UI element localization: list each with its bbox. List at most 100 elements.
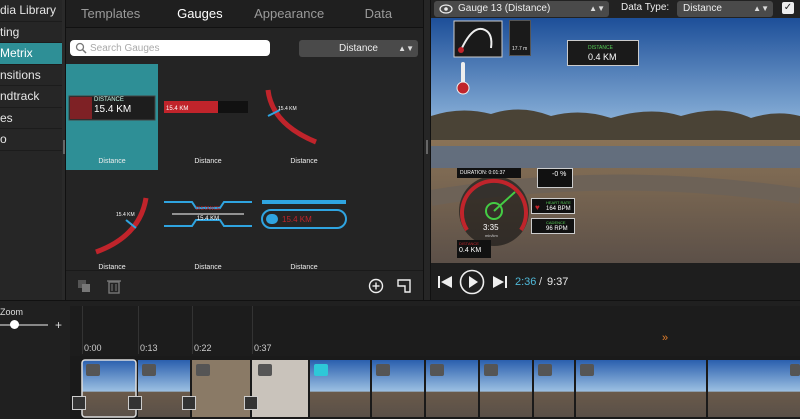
gauge-clip-icon[interactable]	[142, 364, 156, 376]
zoom-label: Zoom	[0, 307, 24, 317]
speedometer	[459, 176, 529, 246]
skip-forward-icon[interactable]	[492, 275, 508, 289]
gauge-clip-icon[interactable]	[538, 364, 552, 376]
gauge-item[interactable]: 15.4 KM Distance	[258, 170, 350, 276]
sidebar-item-metrix[interactable]: Metrix	[0, 43, 62, 65]
updown-chevron-icon: ▲▼	[398, 44, 414, 53]
gauge-item[interactable]: 15.4 KM Distance	[66, 170, 158, 276]
add-gauge-icon[interactable]	[368, 278, 384, 294]
play-icon[interactable]	[459, 269, 485, 295]
duplicate-icon[interactable]	[76, 278, 92, 294]
tab-data[interactable]: Data	[334, 0, 423, 27]
gauge-value: 15.4 KM	[278, 106, 297, 112]
gauge-clip-icon-active[interactable]	[314, 364, 328, 376]
search-input[interactable]	[90, 41, 265, 55]
transition-icon[interactable]	[128, 396, 142, 410]
cadence-overlay: CADENCE 96 RPM	[531, 218, 575, 234]
distance-overlay-2: DISTANCE 0.4 KM	[457, 240, 491, 258]
transition-icon[interactable]	[244, 396, 258, 410]
export-gauge-icon[interactable]	[396, 278, 412, 294]
timeline: Zoom + 0:00 0:13 0:22 0:37 »	[0, 306, 800, 419]
gauge-select-value: Gauge 13 (Distance)	[458, 3, 551, 14]
sidebar-item-titles[interactable]: es	[0, 108, 62, 129]
gauge-clip-icon[interactable]	[376, 364, 390, 376]
gauge-clip-icon[interactable]	[258, 364, 272, 376]
trash-icon[interactable]	[106, 278, 122, 294]
ruler-label: 0:37	[254, 343, 272, 353]
left-sidebar: dia Library ting Metrix nsitions ndtrack…	[0, 0, 62, 300]
gauge-item[interactable]: 15.4 KM Distance	[258, 64, 350, 170]
tab-templates[interactable]: Templates	[66, 0, 155, 27]
updown-chevron-icon: ▲▼	[589, 4, 605, 13]
tab-appearance[interactable]: Appearance	[245, 0, 334, 27]
ruler-tick	[82, 306, 83, 354]
skip-back-icon[interactable]	[437, 275, 453, 289]
gauge-item[interactable]: DISTANCE 15.4 KM Distance	[162, 170, 254, 276]
grip-mark	[426, 140, 428, 154]
gauge-preview-bar	[164, 101, 248, 113]
thermometer-icon	[456, 62, 470, 95]
distance-overlay-value: 0.4 KM	[588, 52, 617, 62]
timeline-ruler[interactable]: 0:00 0:13 0:22 0:37 »	[70, 306, 800, 356]
tab-gauges[interactable]: Gauges	[155, 0, 244, 27]
gauge-preview-arc	[265, 89, 317, 145]
transition-icon[interactable]	[72, 396, 86, 410]
ruler-tick	[252, 306, 253, 354]
sidebar-item-info[interactable]: o	[0, 129, 62, 151]
clip-track	[70, 358, 800, 419]
search-icon	[75, 42, 87, 54]
cadence-label: CADENCE	[546, 220, 566, 225]
gauge-select[interactable]: Gauge 13 (Distance) ▲▼	[434, 1, 609, 17]
gauge-filter-select[interactable]: Distance ▲▼	[299, 40, 418, 57]
panel-tabs: Templates Gauges Appearance Data	[66, 0, 423, 28]
gauge-clip-icon[interactable]	[196, 364, 210, 376]
sidebar-item-media-library[interactable]: dia Library	[0, 0, 62, 22]
speed-unit: min/km	[485, 233, 498, 238]
gauge-clip-icon[interactable]	[484, 364, 498, 376]
zoom-control: Zoom +	[0, 306, 70, 419]
gauge-value: 15.4 KM	[166, 106, 189, 112]
grip-mark	[63, 140, 65, 154]
sidebar-item-soundtrack[interactable]: ndtrack	[0, 86, 62, 108]
gauge-grid: DISTANCE 15.4 KM Distance 15.4 KM Distan…	[66, 64, 423, 271]
heart-rate-label: HEART RATE	[546, 200, 571, 205]
gauge-value: 15.4 KM	[196, 216, 220, 222]
search-row: Distance ▲▼	[66, 34, 423, 62]
updown-chevron-icon: ▲▼	[753, 4, 769, 13]
distance-overlay[interactable]: DISTANCE 0.4 KM	[567, 40, 639, 66]
gauge-value: 15.4 KM	[282, 215, 312, 224]
zoom-slider-track[interactable]	[0, 324, 48, 326]
heart-rate-value: 164 BPM	[546, 206, 571, 212]
distance-overlay-2-value: 0.4 KM	[459, 247, 482, 254]
gauge-label: DISTANCE	[94, 97, 124, 103]
sidebar-item-editing[interactable]: ting	[0, 22, 62, 43]
zoom-slider-knob[interactable]	[10, 320, 19, 329]
search-box[interactable]	[70, 40, 270, 56]
gauge-item[interactable]: 15.4 KM Distance	[162, 64, 254, 170]
transition-icon[interactable]	[182, 396, 196, 410]
sidebar-item-transitions[interactable]: nsitions	[0, 65, 62, 86]
gauge-name: Distance	[194, 158, 222, 165]
elevation-badge: 17.7 m	[509, 20, 531, 56]
visible-checkbox[interactable]: ✓	[782, 2, 794, 14]
data-type-value: Distance	[683, 3, 722, 14]
gauge-preview-arc-2	[95, 197, 149, 255]
gauge-preview-wings	[164, 201, 252, 227]
zoom-in-button[interactable]: +	[55, 318, 62, 332]
panel-resize-handle[interactable]	[423, 0, 431, 300]
total-time: 9:37	[547, 276, 569, 288]
gauge-clip-icon[interactable]	[430, 364, 444, 376]
fast-forward-icon[interactable]: »	[662, 332, 668, 344]
ruler-label: 0:13	[140, 343, 158, 353]
grade-overlay: -0 %	[537, 168, 573, 188]
gauge-clip-icon[interactable]	[790, 364, 800, 376]
data-type-select[interactable]: Distance ▲▼	[677, 1, 773, 17]
gauge-name: Distance	[98, 158, 126, 165]
gauge-item[interactable]: DISTANCE 15.4 KM Distance	[66, 64, 158, 170]
gauge-clip-icon[interactable]	[86, 364, 100, 376]
video-preview[interactable]: 17.7 m DISTANCE 0.4 KM DURATION: 0:01:37…	[431, 18, 800, 263]
gauges-panel: Templates Gauges Appearance Data Distanc…	[66, 0, 423, 300]
eye-icon[interactable]	[439, 4, 453, 14]
gauge-clip-icon[interactable]	[580, 364, 594, 376]
ruler-label: 0:22	[194, 343, 212, 353]
